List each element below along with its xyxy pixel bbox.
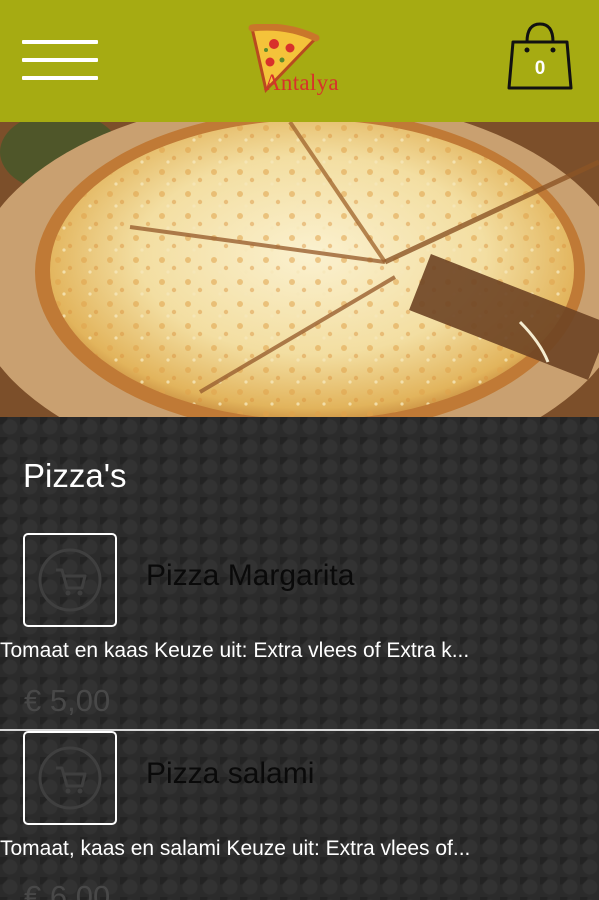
product-description: Tomaat, kaas en salami Keuze uit: Extra … [0,837,471,860]
product-price: € 6,00 [24,879,111,900]
logo-text: Antalya [264,70,339,95]
section-title: Pizza's [23,457,127,494]
shopping-bag-icon [507,22,573,90]
product-price: € 5,00 [24,683,111,718]
menu-line [22,40,98,44]
add-to-cart-button[interactable] [23,533,117,627]
add-to-cart-icon [38,548,102,612]
add-to-cart-button[interactable] [23,731,117,825]
product-name: Pizza salami [146,757,315,790]
menu-line [22,58,98,62]
cheese-pizza-photo [0,122,599,417]
add-to-cart-icon [38,746,102,810]
menu-line [22,76,98,80]
app-header: Antalya 0 [0,0,599,122]
shopping-bag-button[interactable]: 0 [505,20,575,92]
menu-content: Pizza's Pizza Margarita Tomaat en kaas K… [0,417,599,900]
product-name: Pizza Margarita [146,559,355,592]
hero-image [0,122,599,417]
menu-icon[interactable] [22,38,98,84]
product-description: Tomaat en kaas Keuze uit: Extra vlees of… [0,639,470,662]
cart-count-badge: 0 [534,58,546,79]
product-item-salami[interactable]: Pizza salami Tomaat, kaas en salami Keuz… [0,729,599,900]
product-item-margarita[interactable]: Pizza Margarita Tomaat en kaas Keuze uit… [0,531,599,729]
